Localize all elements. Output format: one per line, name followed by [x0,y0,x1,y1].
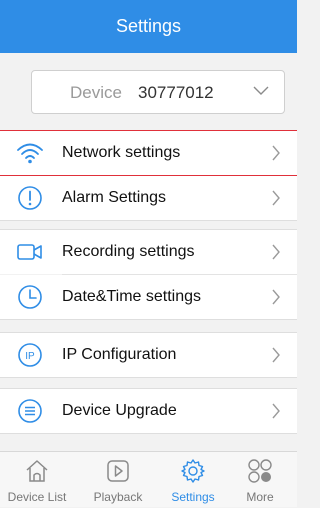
chevron-right-icon [272,289,280,305]
settings-item-label: Recording settings [62,243,195,260]
more-icon [223,458,297,484]
tab-settings[interactable]: Settings [156,452,230,508]
device-value: 30777012 [138,83,214,102]
divider [0,220,297,221]
settings-item-label: Network settings [62,144,181,161]
tab-label: More [246,490,274,504]
device-selector[interactable]: Device 30777012 [31,70,285,114]
wifi-icon [16,140,44,166]
upgrade-icon [16,398,44,424]
settings-item-datetime[interactable]: Date&Time settings [0,275,297,319]
settings-item-recording[interactable]: Recording settings [0,230,297,274]
chevron-down-icon [253,86,269,95]
alert-icon [16,185,44,211]
device-section: Device 30777012 [0,53,297,130]
settings-item-label: IP Configuration [62,346,177,363]
tab-label: Device List [7,490,67,504]
video-camera-icon [16,239,44,265]
tab-playback[interactable]: Playback [81,452,155,508]
page-title: Settings [115,16,182,36]
settings-item-alarm[interactable]: Alarm Settings [0,176,297,220]
svg-text:IP: IP [25,351,35,362]
chevron-right-icon [272,403,280,419]
device-label: Device [70,83,122,102]
tab-label: Settings [171,490,215,504]
chevron-right-icon [272,145,280,161]
app-header: Settings [0,0,297,53]
play-icon [81,458,155,484]
tab-more[interactable]: More [223,452,297,508]
divider [0,319,297,320]
chevron-right-icon [272,244,280,260]
gear-icon [156,458,230,484]
settings-item-ip[interactable]: IP IP Configuration [0,333,297,377]
divider [0,377,297,378]
settings-item-label: Alarm Settings [62,189,167,206]
settings-item-label: Date&Time settings [62,288,202,305]
chevron-right-icon [272,190,280,206]
home-icon [0,458,74,484]
tab-label: Playback [93,490,143,504]
ip-icon: IP [16,342,44,368]
settings-item-network[interactable]: Network settings [0,131,297,175]
tab-device-list[interactable]: Device List [0,452,74,508]
divider [0,433,297,434]
chevron-right-icon [272,347,280,363]
clock-icon [16,284,44,310]
settings-item-upgrade[interactable]: Device Upgrade [0,389,297,433]
settings-item-label: Device Upgrade [62,402,177,419]
tab-bar: Device List Playback Settings More [0,451,297,507]
